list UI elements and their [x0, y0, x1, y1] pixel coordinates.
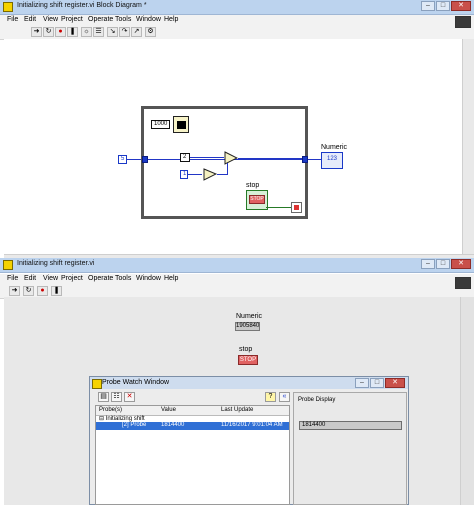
- constant-two[interactable]: 2: [180, 153, 190, 162]
- probe-name: [2] Probe: [122, 422, 147, 428]
- front-panel-menubar: File Edit View Project Operate Tools Win…: [0, 274, 474, 285]
- stop-control-label: stop: [246, 182, 260, 189]
- block-diagram-canvas[interactable]: 1000 5 2 1 Numeric 123 stop STOP: [4, 39, 462, 254]
- stop-button[interactable]: STOP: [238, 355, 258, 365]
- probe-last-update: 11/16/2017 9:01:04 AM: [221, 422, 283, 428]
- maximize-button[interactable]: □: [370, 378, 384, 388]
- wire: [227, 163, 228, 175]
- front-panel-title: Initializing shift register.vi: [17, 260, 95, 267]
- tree-group-row[interactable]: ⊟ Initializing shift: [99, 415, 145, 422]
- block-diagram-toolbar: ➜ ↻ ● ❚ ☼ ☰ ↘ ↷ ↗ ⚙: [0, 26, 474, 40]
- probe-display-label: Probe Display: [298, 397, 336, 403]
- open-probe-icon[interactable]: ▤: [98, 392, 109, 402]
- probe-list-icon[interactable]: ☷: [111, 392, 122, 402]
- block-diagram-vertical-scrollbar[interactable]: [462, 39, 474, 254]
- menu-operate[interactable]: Operate: [88, 275, 113, 282]
- run-continuous-icon[interactable]: ↻: [23, 286, 34, 296]
- stop-terminal-glyph: STOP: [249, 195, 265, 204]
- menu-window[interactable]: Window: [136, 16, 161, 23]
- column-header-value[interactable]: Value: [161, 407, 176, 413]
- numeric-indicator: 1905840: [235, 322, 260, 331]
- minimize-button[interactable]: –: [421, 1, 435, 11]
- wire: [308, 159, 322, 160]
- step-over-icon[interactable]: ↷: [119, 27, 130, 37]
- abort-icon[interactable]: ●: [55, 27, 66, 37]
- minimize-button[interactable]: –: [355, 378, 369, 388]
- probe-list-table[interactable]: Probe(s) Value Last Update ⊟ Initializin…: [95, 405, 290, 505]
- retain-wire-values-icon[interactable]: ☰: [93, 27, 104, 37]
- probe-watch-title: Probe Watch Window: [102, 379, 170, 386]
- loop-condition-stop-icon[interactable]: [291, 202, 302, 213]
- wire: [217, 174, 227, 175]
- menu-edit[interactable]: Edit: [24, 275, 36, 282]
- delete-probe-icon[interactable]: ✕: [124, 392, 135, 402]
- table-row[interactable]: [2] Probe 1814400 11/16/2017 9:01:04 AM: [96, 422, 289, 430]
- run-arrow-icon[interactable]: ➜: [31, 27, 42, 37]
- numeric-indicator-label: Numeric: [321, 144, 348, 151]
- increment-node[interactable]: [203, 168, 217, 181]
- probe-icon[interactable]: ⚙: [145, 27, 156, 37]
- minimize-button[interactable]: –: [421, 259, 435, 269]
- probe-value: 1814400: [161, 422, 185, 428]
- step-out-icon[interactable]: ↗: [131, 27, 142, 37]
- pause-icon[interactable]: ❚: [51, 286, 62, 296]
- block-diagram-titlebar[interactable]: Initializing shift register.vi Block Dia…: [0, 0, 474, 15]
- numeric-indicator-terminal[interactable]: 123: [321, 152, 343, 169]
- probe-window-icon: [92, 379, 102, 389]
- vi-connector-icon[interactable]: [455, 277, 471, 289]
- run-continuous-icon[interactable]: ↻: [43, 27, 54, 37]
- column-header-probes[interactable]: Probe(s): [99, 407, 122, 413]
- block-diagram-menubar: File Edit View Project Operate Tools Win…: [0, 15, 474, 26]
- menu-file[interactable]: File: [7, 275, 18, 282]
- stop-button-label: stop: [239, 346, 253, 353]
- menu-help[interactable]: Help: [164, 275, 178, 282]
- labview-vi-icon: [3, 260, 13, 270]
- probe-watch-titlebar[interactable]: Probe Watch Window – □ ✕: [90, 377, 408, 389]
- menu-tools[interactable]: Tools: [115, 16, 131, 23]
- front-panel-titlebar[interactable]: Initializing shift register.vi – □ ✕: [0, 258, 474, 273]
- wire: [238, 158, 302, 159]
- collapse-display-icon[interactable]: «: [279, 392, 290, 402]
- abort-icon[interactable]: ●: [37, 286, 48, 296]
- wire: [190, 157, 224, 158]
- menu-project[interactable]: Project: [61, 16, 83, 23]
- column-header-last-update[interactable]: Last Update: [221, 407, 253, 413]
- wire: [188, 174, 202, 175]
- menu-help[interactable]: Help: [164, 16, 178, 23]
- front-panel-vertical-scrollbar[interactable]: [460, 297, 474, 505]
- menu-edit[interactable]: Edit: [24, 16, 36, 23]
- constant-one[interactable]: 1: [180, 170, 188, 179]
- help-icon[interactable]: ?: [265, 392, 276, 402]
- labview-vi-icon: [3, 2, 13, 12]
- highlight-execution-icon[interactable]: ☼: [81, 27, 92, 37]
- menu-window[interactable]: Window: [136, 275, 161, 282]
- block-diagram-title: Initializing shift register.vi Block Dia…: [17, 2, 147, 9]
- numeric-indicator-label: Numeric: [236, 313, 263, 320]
- close-button[interactable]: ✕: [451, 1, 471, 11]
- menu-view[interactable]: View: [43, 16, 58, 23]
- pause-icon[interactable]: ❚: [67, 27, 78, 37]
- menu-tools[interactable]: Tools: [115, 275, 131, 282]
- step-into-icon[interactable]: ↘: [107, 27, 118, 37]
- run-arrow-icon[interactable]: ➜: [9, 286, 20, 296]
- probe-display-panel: Probe Display 1814400: [293, 392, 407, 505]
- menu-operate[interactable]: Operate: [88, 16, 113, 23]
- close-button[interactable]: ✕: [451, 259, 471, 269]
- menu-view[interactable]: View: [43, 275, 58, 282]
- menu-project[interactable]: Project: [61, 275, 83, 282]
- probe-display-indicator: 1814400: [299, 421, 402, 430]
- stop-control-terminal[interactable]: STOP: [246, 190, 268, 210]
- vi-connector-icon[interactable]: [455, 16, 471, 28]
- maximize-button[interactable]: □: [436, 259, 450, 269]
- probe-watch-window: Probe Watch Window – □ ✕ ▤ ☷ ✕ ? « Probe…: [89, 376, 409, 505]
- wire: [266, 207, 292, 208]
- close-button[interactable]: ✕: [385, 378, 405, 388]
- maximize-button[interactable]: □: [436, 1, 450, 11]
- menu-file[interactable]: File: [7, 16, 18, 23]
- init-constant[interactable]: 5: [118, 155, 127, 164]
